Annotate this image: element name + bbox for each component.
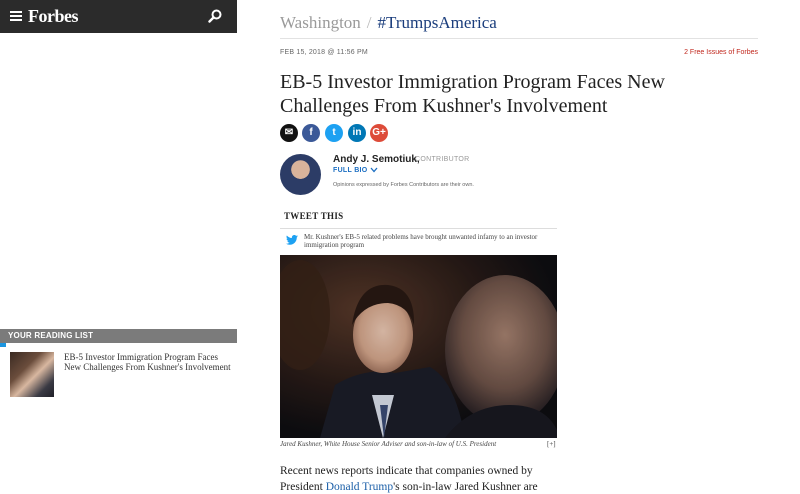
author-name[interactable]: Andy J. Semotiuk, — [333, 154, 420, 165]
full-bio-label: FULL BIO — [333, 167, 368, 174]
menu-icon[interactable] — [10, 11, 22, 21]
reading-list-active-marker — [0, 343, 6, 347]
article-body: Recent news reports indicate that compan… — [280, 463, 560, 494]
expand-caption-button[interactable]: [+] — [547, 440, 556, 448]
chevron-down-icon — [370, 167, 378, 173]
body-suffix: 's son-in-law Jared Kushner are — [393, 481, 538, 493]
search-icon[interactable] — [208, 9, 222, 23]
full-bio-link[interactable]: FULL BIO — [333, 167, 378, 174]
author-role: CONTRIBUTOR — [415, 156, 470, 163]
donald-trump-link[interactable]: Donald Trump — [326, 481, 393, 493]
publish-date: FEB 15, 2018 @ 11:56 PM — [280, 49, 368, 56]
tweet-this-box[interactable]: Mr. Kushner's EB-5 related problems have… — [280, 230, 557, 250]
twitter-bird-icon — [286, 235, 298, 245]
article-photo[interactable] — [280, 255, 557, 438]
breadcrumb: Washington / #TrumpsAmerica — [280, 13, 497, 33]
breadcrumb-section[interactable]: Washington — [280, 13, 361, 32]
facebook-icon[interactable]: f — [302, 124, 320, 142]
photo-caption: Jared Kushner, White House Senior Advise… — [280, 440, 497, 448]
author-avatar[interactable] — [280, 154, 321, 195]
forbes-logo[interactable]: Forbes — [28, 6, 79, 27]
header-divider — [280, 38, 758, 39]
tweet-text: Mr. Kushner's EB-5 related problems have… — [304, 233, 538, 249]
google-plus-icon[interactable]: G+ — [370, 124, 388, 142]
top-nav-bar: Forbes — [0, 0, 237, 33]
twitter-icon[interactable]: t — [325, 124, 343, 142]
tweet-divider — [280, 228, 557, 229]
body-prefix: President — [280, 481, 326, 493]
article-headline: EB-5 Investor Immigration Program Faces … — [280, 70, 760, 118]
breadcrumb-tag[interactable]: #TrumpsAmerica — [378, 13, 497, 32]
reading-list-thumbnail[interactable] — [10, 352, 54, 397]
linkedin-icon[interactable]: in — [348, 124, 366, 142]
breadcrumb-separator: / — [366, 13, 372, 32]
reading-list-header: YOUR READING LIST — [0, 329, 237, 343]
contributor-disclaimer: Opinions expressed by Forbes Contributor… — [333, 182, 474, 188]
headline-line-1: EB-5 Investor Immigration Program Faces … — [280, 71, 665, 93]
tweet-this-title: TWEET THIS — [284, 211, 344, 221]
promo-link[interactable]: 2 Free Issues of Forbes — [684, 49, 758, 56]
email-icon[interactable]: ✉ — [280, 124, 298, 142]
reading-list-item[interactable]: EB-5 Investor Immigration Program Faces … — [64, 352, 234, 372]
headline-line-2: Challenges From Kushner's Involvement — [280, 95, 608, 117]
body-line-1: Recent news reports indicate that compan… — [280, 465, 533, 477]
